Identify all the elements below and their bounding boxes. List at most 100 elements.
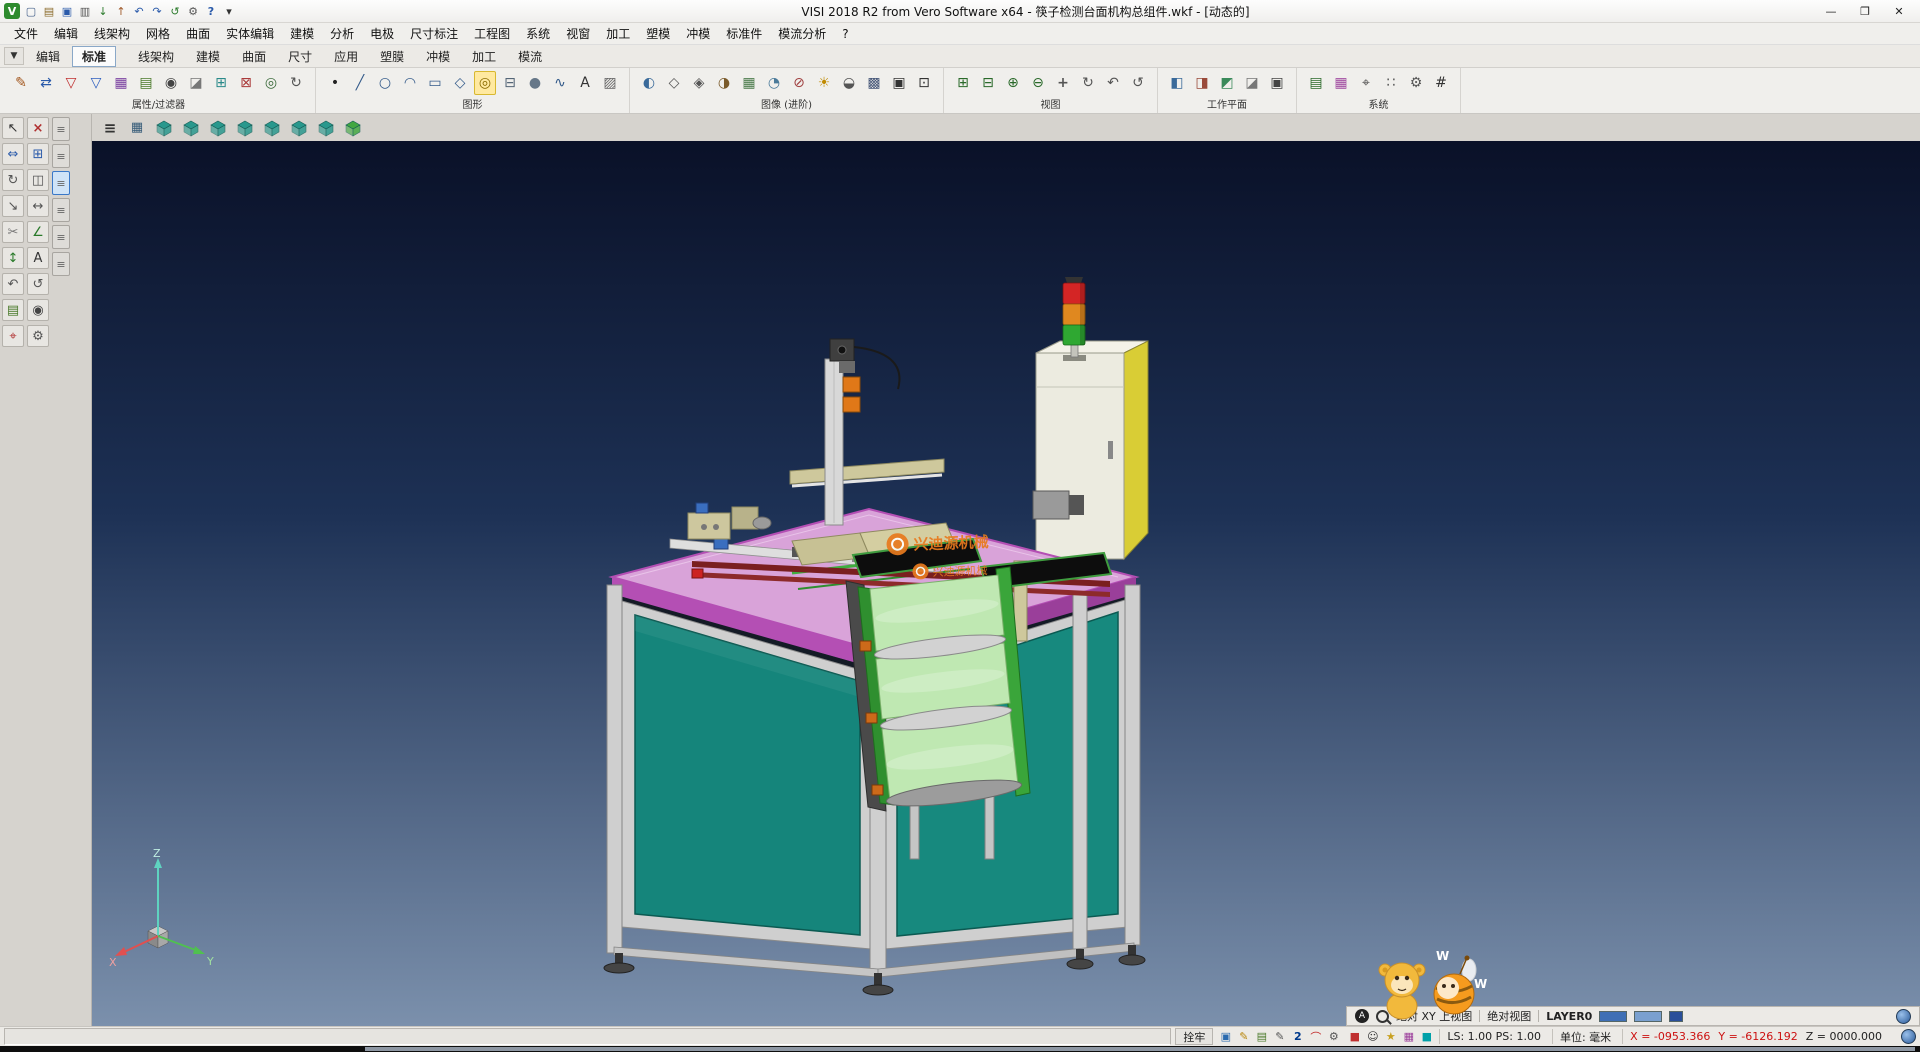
line-icon[interactable]: ╱ (349, 71, 371, 95)
workplane-3pt-icon[interactable]: ◪ (1241, 71, 1263, 95)
color-swatch-2[interactable] (1634, 1011, 1662, 1022)
hidden-line-icon[interactable]: ◈ (688, 71, 710, 95)
menu-item[interactable]: 编辑 (46, 23, 86, 44)
menu-item[interactable]: 文件 (6, 23, 46, 44)
settings-gear-icon[interactable]: ⚙ (1325, 1029, 1342, 1045)
menu-item[interactable]: 视窗 (558, 23, 598, 44)
copy-icon[interactable]: ⊞ (27, 143, 49, 165)
style-brush-icon[interactable]: ✎ (1235, 1029, 1252, 1045)
section-icon[interactable]: ⊘ (788, 71, 810, 95)
settings-icon[interactable]: ⚙ (27, 325, 49, 347)
world-icon[interactable] (1901, 1029, 1916, 1044)
rotate-view-icon[interactable]: ↻ (1077, 71, 1099, 95)
curve-icon[interactable]: ∿ (549, 71, 571, 95)
badge-2[interactable]: 2 (1289, 1029, 1306, 1045)
visibility-icon[interactable]: ◉ (27, 299, 49, 321)
minimize-button[interactable]: — (1814, 1, 1848, 21)
profile-icon[interactable]: ◎ (474, 71, 496, 95)
menu-item[interactable]: 实体编辑 (218, 23, 282, 44)
shaded-view-icon[interactable]: ◐ (638, 71, 660, 95)
search-icon[interactable] (1376, 1010, 1389, 1023)
new-file-icon[interactable]: ▢ (23, 3, 39, 19)
quick-select-icon[interactable]: ⊞ (210, 71, 232, 95)
bottom-scrollbar[interactable] (0, 1046, 1920, 1052)
arc-icon[interactable]: ◠ (399, 71, 421, 95)
menu-item[interactable]: 塑模 (638, 23, 678, 44)
view-iso-icon[interactable] (152, 117, 176, 139)
previous-view-icon[interactable]: ↶ (1102, 71, 1124, 95)
calculator-icon[interactable]: # (1430, 71, 1452, 95)
refresh-view-icon[interactable]: ↺ (27, 273, 49, 295)
lock-toggle[interactable]: 拴牢 (1175, 1028, 1213, 1045)
tab-dimension[interactable]: 尺寸 (278, 46, 322, 67)
tab-apply[interactable]: 应用 (324, 46, 368, 67)
view-front-icon[interactable] (206, 117, 230, 139)
tab-die[interactable]: 冲模 (416, 46, 460, 67)
zoom-in-icon[interactable]: ⊕ (1002, 71, 1024, 95)
stretch-icon[interactable]: ↔ (27, 195, 49, 217)
refresh-icon[interactable]: ↺ (167, 3, 183, 19)
color-filter-icon[interactable]: ▦ (110, 71, 132, 95)
move-icon[interactable]: ⇔ (2, 143, 24, 165)
color-swatch-3[interactable] (1669, 1011, 1683, 1022)
menu-item[interactable]: 加工 (598, 23, 638, 44)
mirror-icon[interactable]: ◫ (27, 169, 49, 191)
background-icon[interactable]: ▩ (863, 71, 885, 95)
zoom-fit-icon[interactable]: ⊞ (952, 71, 974, 95)
help-icon[interactable]: ? (203, 3, 219, 19)
color-table-icon[interactable]: ▦ (1330, 71, 1352, 95)
modify-attributes-icon[interactable]: ✎ (10, 71, 32, 95)
system-config-icon[interactable]: ⚙ (1405, 71, 1427, 95)
menu-item[interactable]: 建模 (282, 23, 322, 44)
annotation-badge[interactable]: A (1355, 1009, 1369, 1023)
snap-icon[interactable]: ⌖ (2, 325, 24, 347)
rectangle-icon[interactable]: ▭ (424, 71, 446, 95)
menu-item[interactable]: 系统 (518, 23, 558, 44)
clipboard-slot-2[interactable]: ≡ (52, 144, 70, 168)
export-icon[interactable]: ↑ (113, 3, 129, 19)
tab-machining[interactable]: 加工 (462, 46, 506, 67)
view-right-icon[interactable] (287, 117, 311, 139)
menu-item[interactable]: 曲面 (178, 23, 218, 44)
tab-mold-film[interactable]: 塑膜 (370, 46, 414, 67)
menu-item[interactable]: 分析 (322, 23, 362, 44)
sphere-icon[interactable]: ● (524, 71, 546, 95)
open-file-icon[interactable]: ▤ (41, 3, 57, 19)
menu-item[interactable]: 线架构 (86, 23, 138, 44)
menu-item[interactable]: ? (834, 25, 856, 43)
clipboard-slot-5[interactable]: ≡ (52, 225, 70, 249)
options-gear-icon[interactable]: ⚙ (185, 3, 201, 19)
clipboard-slot-4[interactable]: ≡ (52, 198, 70, 222)
undo-icon[interactable]: ↶ (131, 3, 147, 19)
render-icon[interactable]: ◑ (713, 71, 735, 95)
import-icon[interactable]: ↓ (95, 3, 111, 19)
clipboard-slot-6[interactable]: ≡ (52, 252, 70, 276)
save-icon[interactable]: ▣ (59, 3, 75, 19)
isolate-icon[interactable]: ◎ (260, 71, 282, 95)
tab-surface[interactable]: 曲面 (232, 46, 276, 67)
workplane-view-icon[interactable]: ▣ (1266, 71, 1288, 95)
workplane-yz-icon[interactable]: ◩ (1216, 71, 1238, 95)
user-icon[interactable]: ☺ (1364, 1029, 1381, 1045)
clipboard-slot-3[interactable]: ≡ (52, 171, 70, 195)
rotate-icon[interactable]: ↻ (2, 169, 24, 191)
shadow-icon[interactable]: ◒ (838, 71, 860, 95)
clipboard-slot-1[interactable]: ≡ (52, 117, 70, 141)
tab-moldflow[interactable]: 模流 (508, 46, 552, 67)
workplane-xy-icon[interactable]: ◧ (1166, 71, 1188, 95)
snap-magnet-icon[interactable]: ⌒ (1307, 1029, 1324, 1045)
point-icon[interactable]: • (324, 71, 346, 95)
absolute-view-indicator[interactable]: 绝对视图 (1487, 1008, 1531, 1024)
view-dynamic-icon[interactable] (341, 117, 365, 139)
restore-button[interactable]: ❐ (1848, 1, 1882, 21)
annotate-icon[interactable]: A (27, 247, 49, 269)
view-window-icon[interactable] (125, 117, 149, 139)
view-menu-icon[interactable] (98, 117, 122, 139)
polygon-icon[interactable]: ◇ (449, 71, 471, 95)
edit-mode-icon[interactable]: ✎ (1271, 1029, 1288, 1045)
text-icon[interactable]: A (574, 71, 596, 95)
menu-item[interactable]: 模流分析 (770, 23, 834, 44)
erase-filter-icon[interactable]: ⊠ (235, 71, 257, 95)
layer-indicator[interactable]: LAYER0 (1546, 1010, 1592, 1023)
filter-red-icon[interactable]: ▽ (60, 71, 82, 95)
